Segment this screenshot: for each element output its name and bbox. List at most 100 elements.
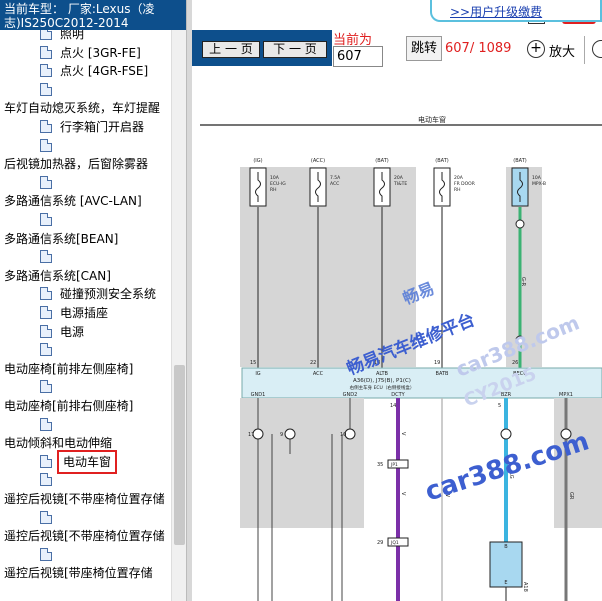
tree-folder[interactable]: 多路通信系统 [AVC-LAN] (4, 192, 142, 210)
tree-folder-label: 电动座椅[前排左侧座椅] (4, 361, 134, 376)
fuse-source: (IG) (253, 158, 262, 164)
jump-button[interactable]: 跳转 (406, 36, 442, 61)
fuse-label: 10A (270, 175, 280, 181)
tree-item-label: 点火 [4GR-FSE] (60, 64, 149, 79)
zoom-in-button[interactable]: 放大 (549, 41, 575, 60)
tree-folder[interactable]: 车灯自动熄灭系统，车灯提醒 (4, 99, 160, 117)
connector-label: 29 (377, 540, 383, 546)
fuse: (BAT) 20AFR DOORRH (433, 158, 475, 207)
fuse-source: (BAT) (513, 158, 526, 164)
wire-label: V (400, 432, 406, 436)
wire-label: GR (568, 492, 574, 500)
wiring-diagram[interactable]: 电动车窗 (IG) 10A ECU-IG RH (ACC) 7.5A ACC (BAT) 20A… (192, 72, 602, 601)
prev-page-button[interactable]: 上 一 页 (202, 41, 260, 58)
document-icon (40, 213, 52, 226)
upgrade-link[interactable]: >>用户升级缴费 (450, 3, 542, 20)
fuse-label: 20A (394, 175, 404, 181)
fuse-label: RH (270, 187, 277, 193)
tree-folder-label: 车灯自动熄灭系统，车灯提醒 (4, 101, 161, 116)
document-icon (40, 82, 52, 96)
document-icon (40, 473, 52, 487)
tree-folder-label: 电动倾斜和电动伸缩 (4, 436, 113, 451)
fuse-label: ECU-IG (270, 181, 286, 187)
page-count: 607/ 1089 (445, 41, 512, 56)
page-nav-bar: 上 一 页 下 一 页 (192, 30, 332, 66)
document-icon (40, 547, 52, 561)
tree-folder[interactable]: 电动座椅[前排左侧座椅] (4, 360, 133, 378)
document-icon (40, 175, 52, 189)
fuse-source: (BAT) (375, 158, 388, 164)
toolbar-separator (584, 36, 585, 64)
ecu-pin-name: ACC (313, 371, 324, 377)
app-window: 照明 点火 [3GR-FE] 点火 [4GR-FSE] 车灯自动熄灭系统，车灯提醒 行李… (0, 0, 602, 601)
document-icon (40, 250, 52, 264)
ecu-title: A36(D), J75(B), P1(C) (353, 378, 411, 384)
connector-label: JQ1 (390, 540, 399, 546)
tree-folder[interactable]: 遥控后视镜[带座椅位置存储 (4, 564, 153, 582)
tree-folder[interactable]: 后视镜加热器，后窗除雾器 (4, 155, 148, 173)
wire-label: LG (508, 472, 514, 479)
tree-folder-label: 多路通信系统[CAN] (4, 268, 111, 283)
tree-folder[interactable]: 遥控后视镜[不带座椅位置存储 (4, 490, 165, 508)
tree-scrollbar[interactable] (171, 30, 186, 601)
fuse-label: 20A (454, 175, 464, 181)
tree-folder[interactable]: 电动倾斜和电动伸缩 (4, 434, 112, 452)
fuse-source: (BAT) (435, 158, 448, 164)
tree-item-label: 电源 (60, 324, 85, 339)
fuse-label: ACC (330, 181, 339, 187)
tree-item-label: 行李箱门开启器 (60, 120, 145, 134)
catalog-panel: 照明 点火 [3GR-FE] 点火 [4GR-FSE] 车灯自动熄灭系统，车灯提醒 行李… (0, 0, 186, 601)
tree-folder[interactable]: 遥控后视镜[不带座椅位置存储 (4, 527, 165, 545)
fuse-label: 10A (532, 175, 542, 181)
relay-pin-b: B (504, 544, 508, 550)
tree-folder[interactable]: 电动座椅[前排右侧座椅] (4, 397, 133, 415)
ecu-pin-name: IG (255, 371, 260, 377)
tree-item-label: 碰撞预测安全系统 (60, 287, 157, 302)
tree-scrollbar-thumb[interactable] (174, 365, 185, 545)
ecu-pin-name: ALTB (376, 371, 389, 377)
fuse-label: 7.5A (330, 175, 341, 181)
ecu-pin-number: 22 (310, 360, 316, 366)
connector-label: 9 (280, 432, 283, 438)
ecu-pin-name: DCTY (391, 392, 405, 398)
ecu-pin-name: GND1 (251, 392, 266, 398)
document-icon (40, 343, 52, 357)
tree-folder-label: 电动座椅[前排右侧座椅] (4, 399, 134, 413)
upgrade-box: >>用户升级缴费 (430, 0, 602, 22)
relay-label: A18 (522, 582, 528, 592)
document-icon (40, 45, 52, 59)
car-model-title: 当前车型： 厂家:Lexus（凌志)IS250C2012-2014 (0, 0, 186, 30)
tree-folder[interactable]: 多路通信系统[CAN] (4, 267, 111, 285)
ecu-pin-number: 5 (498, 403, 501, 409)
wire-label: G-R (520, 277, 526, 287)
tree-folder-label: 遥控后视镜[不带座椅位置存储 (4, 529, 165, 544)
connector-label: 17 (248, 432, 254, 438)
ecu-pin-number: 15 (250, 360, 256, 366)
tree-folder-label: 遥控后视镜[不带座椅位置存储 (4, 492, 165, 506)
document-icon (40, 510, 52, 524)
document-icon (40, 324, 52, 338)
zoom-in-icon[interactable]: + (527, 40, 545, 58)
tree-folder[interactable]: 多路通信系统[BEAN] (4, 230, 118, 248)
diagram-title: 电动车窗 (418, 115, 446, 124)
connector-label: 35 (377, 462, 383, 468)
next-page-button[interactable]: 下 一 页 (263, 41, 327, 58)
page-number-input[interactable] (333, 46, 383, 67)
ecu-pin-number: 14 (390, 403, 396, 409)
document-icon (40, 120, 52, 133)
document-icon (40, 380, 52, 394)
fuse-label: MPX-B (532, 181, 546, 187)
wire-label: V (400, 492, 406, 496)
ecu-pin-name: BECU (513, 371, 527, 377)
fuse-label: RH (454, 187, 461, 193)
tree-folder-label: 多路通信系统 [AVC-LAN] (4, 194, 142, 209)
tree-folder-label: 遥控后视镜[带座椅位置存储 (4, 566, 153, 581)
connector-label: 10 (340, 432, 346, 438)
document-icon (40, 454, 52, 468)
document-icon (40, 417, 52, 431)
document-icon (40, 138, 52, 152)
wire-label: W (444, 492, 450, 497)
document-icon (40, 306, 52, 319)
document-icon (40, 64, 52, 78)
relay-pin-e: E (504, 580, 507, 586)
